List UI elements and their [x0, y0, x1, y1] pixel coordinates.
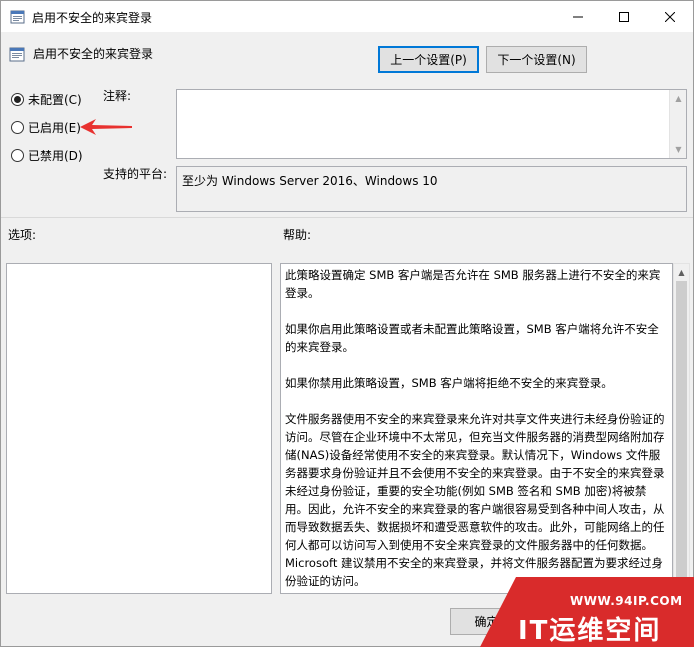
- platform-label: 支持的平台:: [103, 167, 168, 181]
- help-paragraph: 此策略设置确定 SMB 客户端是否允许在 SMB 服务器上进行不安全的来宾登录。: [285, 268, 661, 300]
- scroll-up-icon[interactable]: ▲: [670, 90, 687, 107]
- next-setting-button[interactable]: 下一个设置(N): [486, 46, 587, 73]
- help-label: 帮助:: [283, 228, 312, 242]
- setting-title: 启用不安全的来宾登录: [33, 47, 154, 61]
- radio-button: [11, 120, 24, 134]
- previous-setting-button[interactable]: 上一个设置(P): [378, 46, 479, 73]
- policy-app-icon: [10, 10, 25, 24]
- radio-disabled[interactable]: 已禁用(D): [11, 146, 83, 164]
- radio-label: 已禁用(D): [28, 148, 83, 163]
- options-label: 选项:: [8, 228, 37, 242]
- radio-button-selected: [11, 92, 24, 106]
- radio-not-configured[interactable]: 未配置(C): [11, 90, 82, 108]
- red-arrow-icon: [80, 119, 132, 135]
- comment-scrollbar[interactable]: ▲ ▼: [669, 90, 686, 158]
- maximize-button[interactable]: [601, 1, 647, 32]
- help-panel[interactable]: 此策略设置确定 SMB 客户端是否允许在 SMB 服务器上进行不安全的来宾登录。…: [280, 263, 673, 594]
- window-title: 启用不安全的来宾登录: [32, 11, 153, 25]
- scroll-thumb[interactable]: [676, 281, 687, 578]
- watermark-brand: IT运维空间: [518, 616, 662, 646]
- comment-textarea[interactable]: ▲ ▼: [176, 89, 687, 159]
- minimize-button[interactable]: [555, 1, 601, 32]
- scroll-up-icon[interactable]: ▲: [674, 264, 689, 281]
- radio-label: 已启用(E): [28, 120, 81, 135]
- radio-label: 未配置(C): [28, 92, 82, 107]
- platform-value: 至少为 Windows Server 2016、Windows 10: [182, 174, 438, 188]
- scroll-down-icon[interactable]: ▼: [670, 141, 687, 158]
- minimize-icon: [573, 16, 583, 17]
- divider: [1, 217, 693, 218]
- help-paragraph: 如果你禁用此策略设置，SMB 客户端将拒绝不安全的来宾登录。: [285, 376, 613, 390]
- options-panel: [6, 263, 272, 594]
- help-paragraph: 文件服务器使用不安全的来宾登录来允许对共享文件夹进行未经身份验证的访问。尽管在企…: [285, 412, 665, 588]
- help-scrollbar[interactable]: ▲ ▼: [673, 263, 690, 594]
- close-button[interactable]: [647, 1, 693, 32]
- radio-enabled[interactable]: 已启用(E): [11, 118, 81, 136]
- watermark-url: WWW.94IP.COM: [570, 594, 683, 608]
- radio-button: [11, 148, 24, 162]
- comment-label: 注释:: [103, 89, 132, 103]
- help-paragraph: 如果你启用此策略设置或者未配置此策略设置，SMB 客户端将允许不安全的来宾登录。: [285, 322, 659, 354]
- policy-dialog: 启用不安全的来宾登录 启用不安全的来宾登录 上一个设置(P) 下一个设置(N) …: [0, 0, 694, 647]
- title-bar: 启用不安全的来宾登录: [1, 1, 693, 32]
- policy-setting-icon: [9, 47, 25, 62]
- maximize-icon: [619, 11, 629, 22]
- platform-field: 至少为 Windows Server 2016、Windows 10: [176, 166, 687, 212]
- help-text: 此策略设置确定 SMB 客户端是否允许在 SMB 服务器上进行不安全的来宾登录。…: [285, 266, 669, 593]
- close-icon: [665, 11, 675, 22]
